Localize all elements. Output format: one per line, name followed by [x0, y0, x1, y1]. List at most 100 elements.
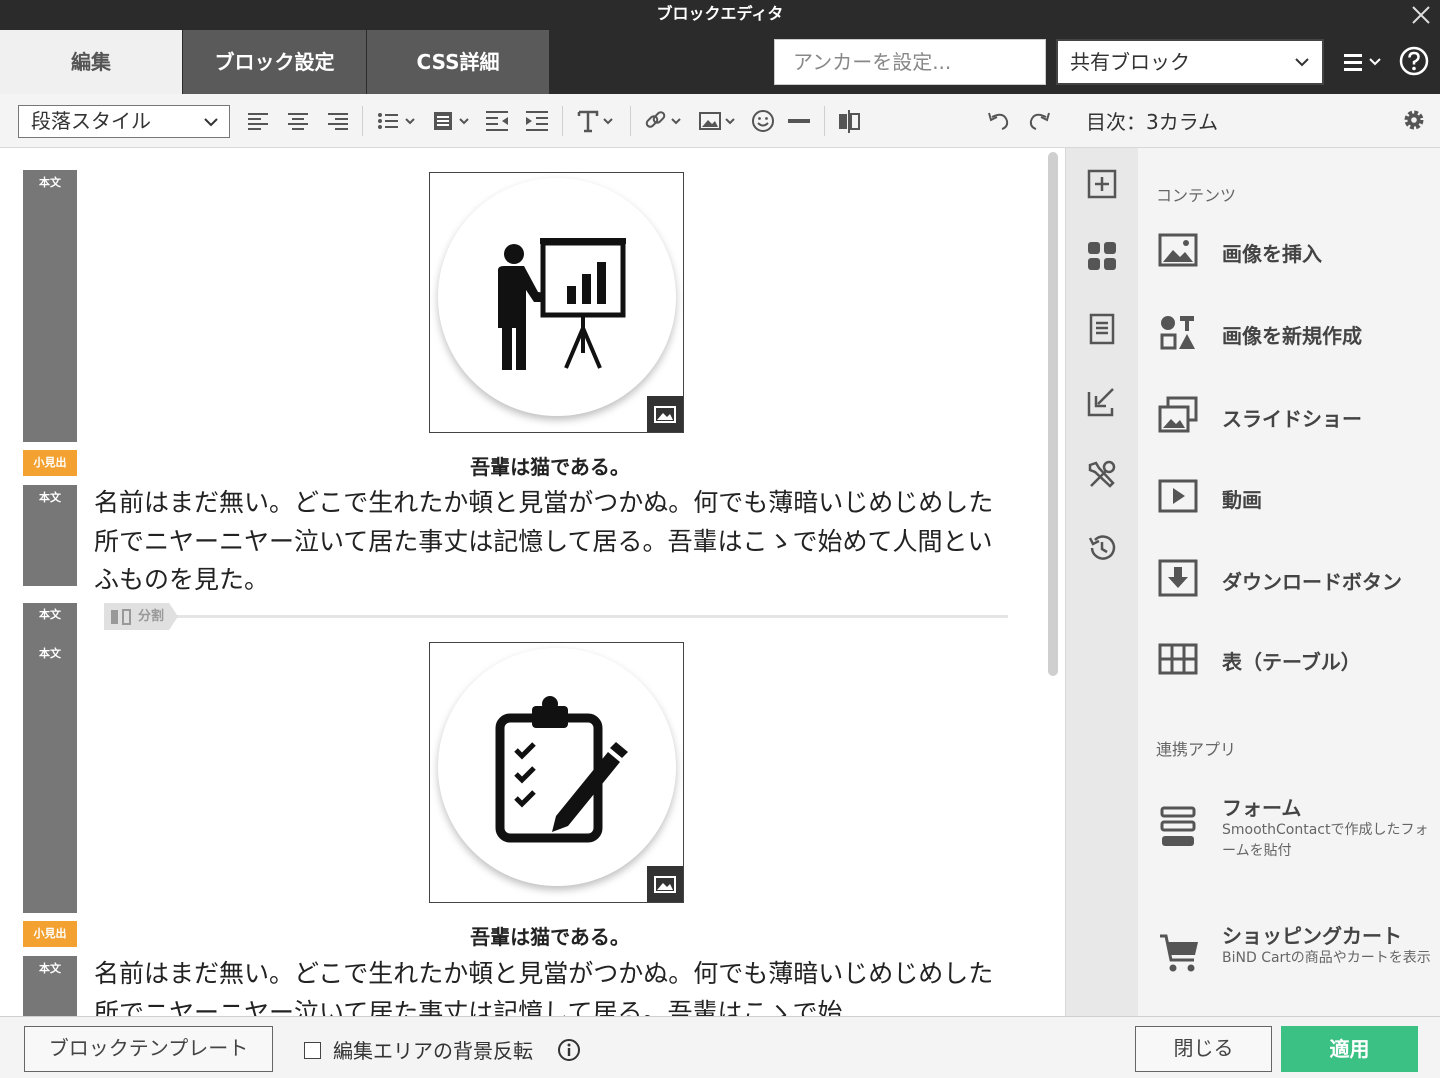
subheading-label: 小見出: [23, 921, 77, 947]
image-icon: [654, 406, 676, 423]
editor-area[interactable]: 本文 小見出 本文 本文 本文 小見出 本文 吾輩は猫である。 名前はまだ無い。…: [0, 148, 1066, 1016]
image-icon[interactable]: [698, 107, 740, 135]
invert-bg-checkbox[interactable]: [304, 1042, 321, 1059]
image-icon: [1158, 233, 1198, 267]
download-icon: [1158, 559, 1198, 597]
shapes-icon: [1160, 316, 1195, 350]
block-gutter[interactable]: [23, 170, 77, 442]
list-icon[interactable]: [376, 107, 418, 135]
image-settings-badge[interactable]: [647, 866, 683, 902]
anchor-input[interactable]: アンカーを設定...: [774, 39, 1046, 85]
paragraph-style-select[interactable]: 段落スタイル: [18, 105, 230, 138]
tab-css-detail[interactable]: CSS詳細: [367, 30, 549, 94]
align-left-icon[interactable]: [246, 107, 270, 135]
content-item-label: 画像を挿入: [1222, 242, 1322, 266]
align-right-icon[interactable]: [326, 107, 350, 135]
toolbar-divider: [562, 106, 563, 136]
chevron-down-icon: [204, 118, 218, 127]
split-label: 分割: [138, 609, 165, 624]
align-center-icon[interactable]: [286, 107, 310, 135]
editor-scrollbar[interactable]: [1048, 152, 1058, 676]
image-caption[interactable]: 吾輩は猫である。: [94, 451, 1006, 480]
split-tag[interactable]: 分割: [104, 603, 178, 630]
gear-icon[interactable]: [1402, 108, 1426, 132]
body-paragraph[interactable]: 名前はまだ無い。どこで生れたか頓と見當がつかぬ。何でも薄暗いじめじめした所でニヤ…: [94, 955, 1014, 1016]
redo-icon[interactable]: [1026, 107, 1052, 135]
close-icon[interactable]: [1408, 2, 1434, 28]
image-icon: [654, 876, 676, 893]
content-item-insert-image[interactable]: 画像を挿入: [1158, 232, 1438, 292]
video-play-icon: [1158, 479, 1198, 513]
text-style-icon[interactable]: [576, 107, 618, 135]
link-icon[interactable]: [644, 107, 686, 135]
import-icon[interactable]: [1086, 386, 1118, 418]
help-icon[interactable]: [1398, 45, 1430, 77]
tools-icon[interactable]: [1086, 459, 1118, 491]
cart-icon: [1160, 934, 1198, 972]
title-bar: ブロックエディタ: [0, 0, 1440, 30]
content-item-table[interactable]: 表（テーブル）: [1158, 643, 1438, 703]
outdent-icon[interactable]: [484, 107, 510, 135]
image-settings-badge[interactable]: [647, 396, 683, 432]
close-button[interactable]: 閉じる: [1135, 1026, 1272, 1072]
horizontal-rule-icon[interactable]: [786, 107, 812, 135]
history-icon[interactable]: [1086, 532, 1118, 564]
tab-bar: 編集 ブロック設定 CSS詳細 アンカーを設定... 共有ブロック: [0, 30, 1440, 94]
content-item-label: ダウンロードボタン: [1222, 570, 1402, 594]
table-icon: [1158, 643, 1198, 675]
tab-block-settings[interactable]: ブロック設定: [183, 30, 366, 94]
content-item-download-button[interactable]: ダウンロードボタン: [1158, 559, 1438, 619]
image-circle: [438, 178, 676, 416]
split-icon[interactable]: [836, 107, 862, 135]
toolbar-divider: [362, 106, 363, 136]
content-item-label: 表（テーブル）: [1222, 650, 1361, 674]
content-panel: コンテンツ 画像を挿入 画像を新規作成 スライドショー 動画 ダウンロードボタン…: [1138, 148, 1440, 1016]
add-icon[interactable]: [1086, 168, 1118, 200]
app-item-description: BiND Cartの商品やカートを表示: [1222, 950, 1431, 966]
footer-bar: ブロックテンプレート 編集エリアの背景反転 閉じる 適用: [0, 1016, 1440, 1078]
body-paragraph[interactable]: 名前はまだ無い。どこで生れたか頓と見當がつかぬ。何でも薄暗いじめじめした所でニヤ…: [94, 484, 1014, 600]
app-item-shopping-cart[interactable]: ショッピングカート BiND Cartの商品やカートを表示: [1158, 918, 1438, 998]
panel-rail: [1066, 148, 1138, 1016]
emoji-icon[interactable]: [750, 107, 776, 135]
shared-block-select[interactable]: 共有ブロック: [1056, 39, 1324, 85]
content-item-label: 画像を新規作成: [1222, 324, 1362, 348]
shared-block-value: 共有ブロック: [1070, 50, 1190, 74]
panel-title: 目次：3カラム: [1086, 110, 1219, 134]
image-circle: [438, 648, 676, 886]
app-item-description: SmoothContactで作成したフォームを貼付: [1222, 822, 1429, 859]
body-label: 本文: [39, 647, 61, 660]
slideshow-icon: [1158, 396, 1198, 433]
paragraph-style-value: 段落スタイル: [31, 109, 151, 133]
format-toolbar: 段落スタイル: [0, 94, 1066, 148]
image-caption[interactable]: 吾輩は猫である。: [94, 921, 1006, 950]
app-item-form[interactable]: フォーム SmoothContactで作成したフォームを貼付: [1158, 790, 1438, 870]
block-template-button[interactable]: ブロックテンプレート: [24, 1026, 273, 1072]
tab-edit[interactable]: 編集: [0, 30, 182, 94]
menu-icon[interactable]: [1340, 48, 1386, 78]
info-icon[interactable]: [557, 1038, 581, 1062]
content-item-slideshow[interactable]: スライドショー: [1158, 395, 1438, 455]
image-block[interactable]: [429, 172, 684, 433]
content-item-video[interactable]: 動画: [1158, 478, 1438, 538]
content-item-label: スライドショー: [1222, 407, 1362, 431]
body-label: 本文: [39, 176, 61, 189]
block-format-icon[interactable]: [432, 107, 474, 135]
app-item-label: ショッピングカート: [1222, 924, 1402, 948]
split-divider: [104, 615, 1008, 618]
toolbar-divider: [630, 106, 631, 136]
subheading-label: 小見出: [23, 450, 77, 476]
apply-button[interactable]: 適用: [1281, 1026, 1418, 1072]
split-icon: [111, 609, 131, 625]
body-label: 本文: [39, 491, 61, 504]
body-label: 本文: [39, 962, 61, 975]
document-icon[interactable]: [1086, 313, 1118, 345]
indent-icon[interactable]: [524, 107, 550, 135]
undo-icon[interactable]: [986, 107, 1012, 135]
content-item-create-image[interactable]: 画像を新規作成: [1158, 313, 1438, 373]
image-block[interactable]: [429, 642, 684, 903]
invert-bg-label[interactable]: 編集エリアの背景反転: [333, 1035, 533, 1064]
content-item-label: 動画: [1222, 488, 1262, 512]
grid-blocks-icon[interactable]: [1086, 240, 1118, 272]
app-item-label: フォーム: [1222, 796, 1302, 820]
